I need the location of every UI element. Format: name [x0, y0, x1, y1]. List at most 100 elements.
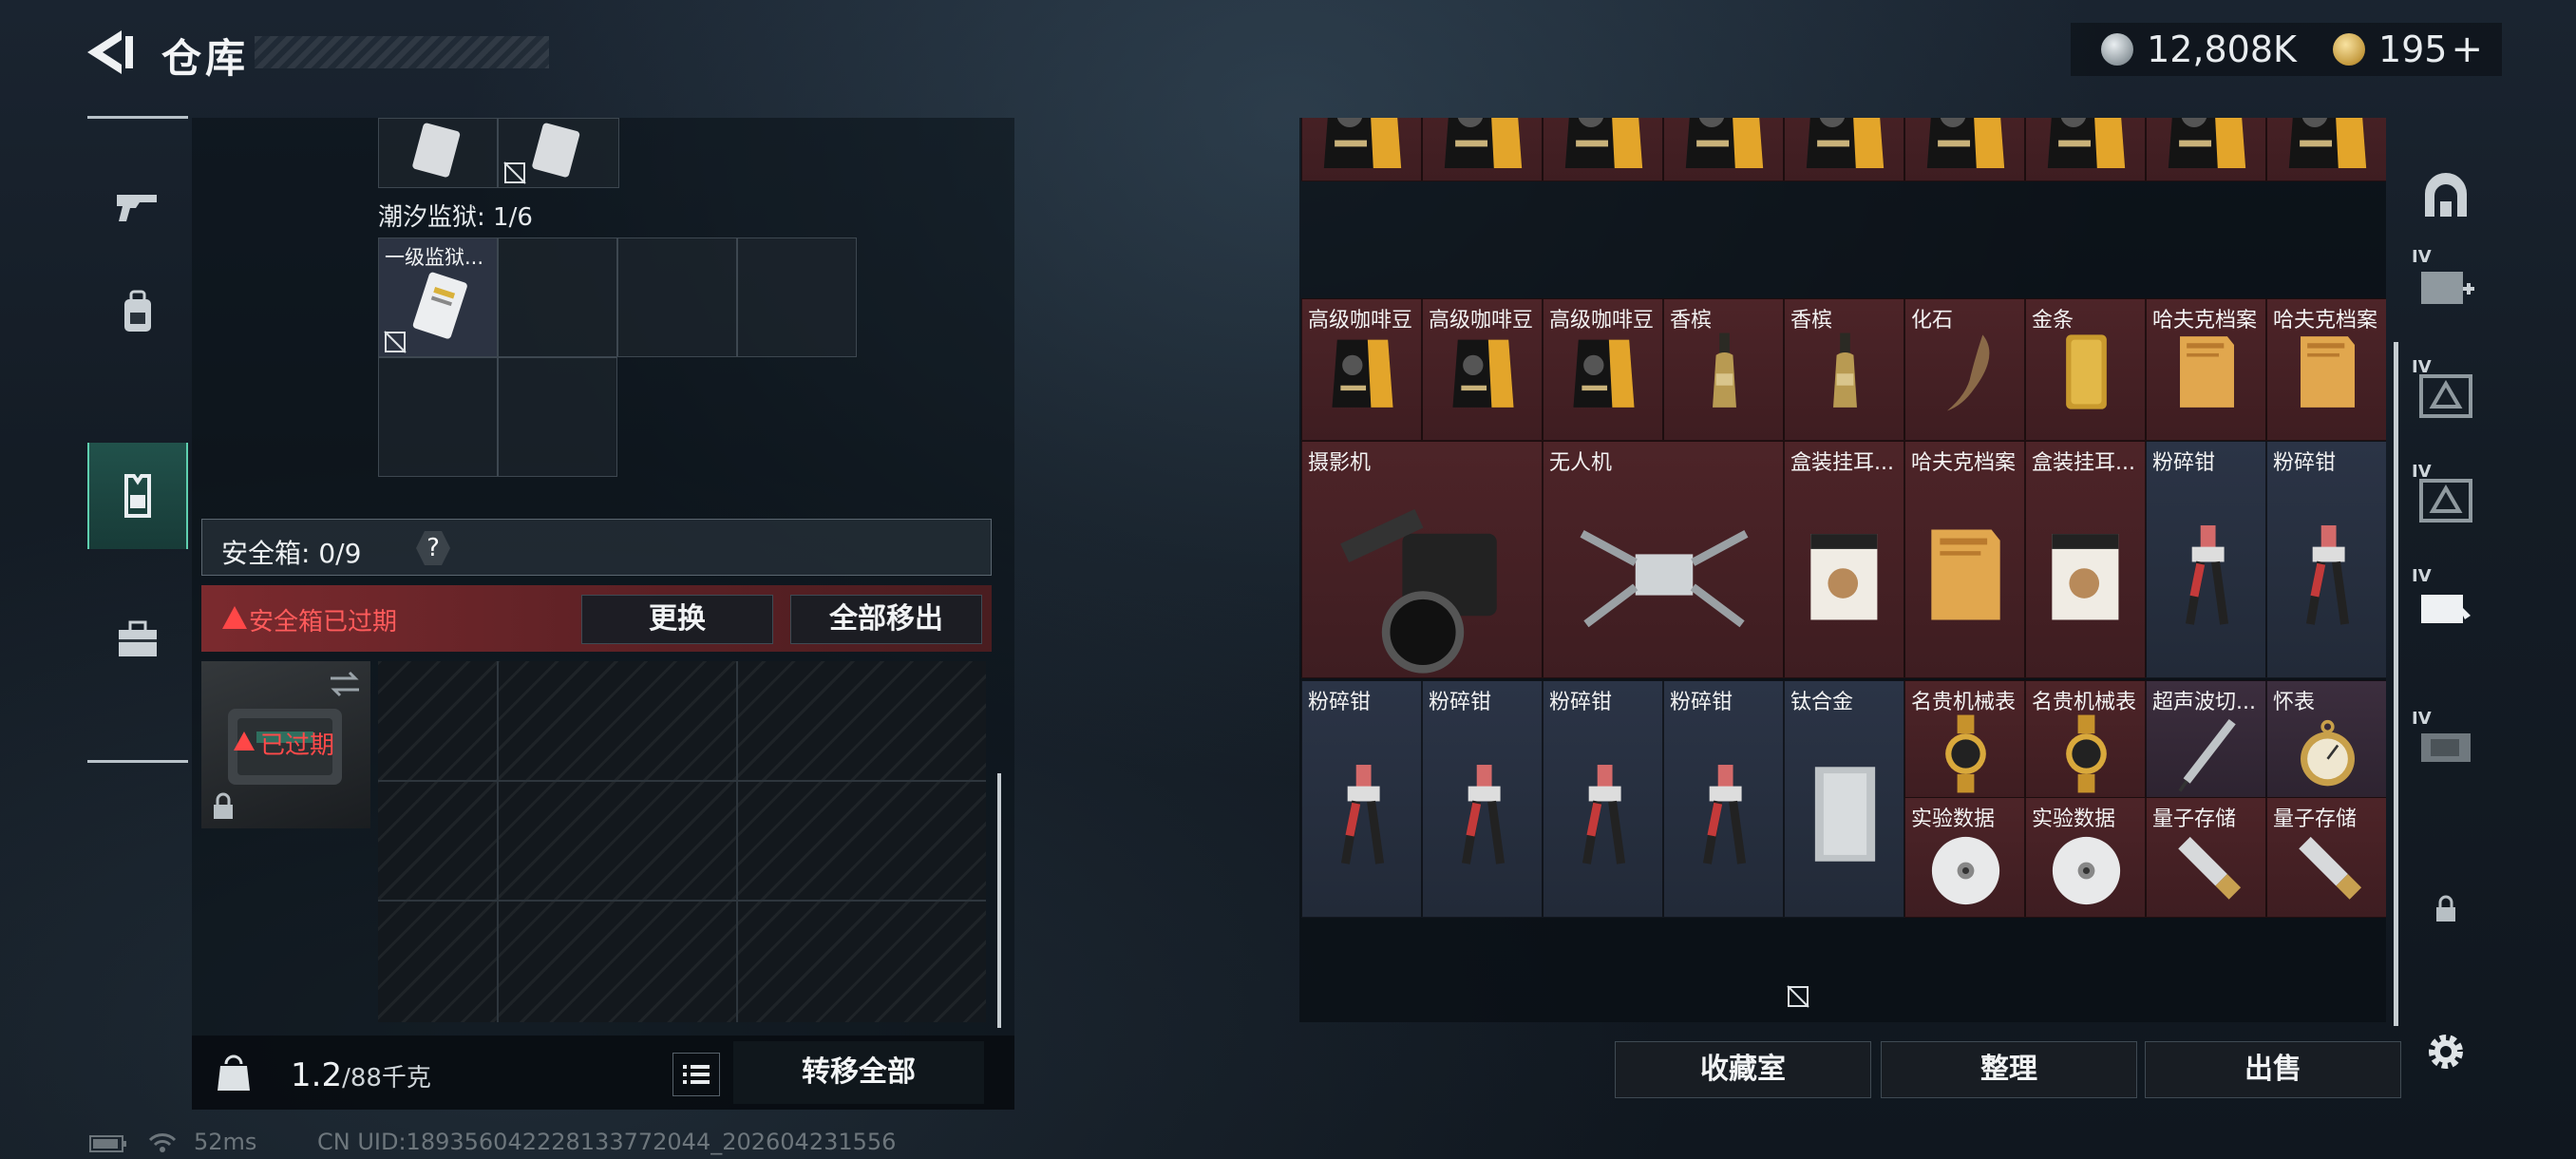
storage-item-slot[interactable]: 化石 — [1904, 298, 2025, 441]
storage-item-slot[interactable]: 量子存储 — [2146, 797, 2266, 918]
add-currency-button[interactable]: + — [2451, 28, 2483, 71]
prison-card-slot[interactable]: 一级监狱... — [378, 238, 498, 357]
prison-card-slot[interactable] — [498, 357, 617, 477]
lock-icon — [2434, 895, 2457, 927]
prison-card-slot[interactable] — [498, 238, 617, 357]
storage-item-slot[interactable]: 高级咖啡豆 — [1543, 298, 1663, 441]
storage-scrollbar[interactable] — [2394, 342, 2398, 1026]
storage-grid[interactable]: 高级咖啡豆 高级咖啡豆 高级咖啡豆 香槟 香槟 化石 金条 哈夫克档案 哈夫克档案 摄影机 无人机盒… — [1301, 118, 2386, 1022]
coffee-bag-icon — [1912, 118, 2019, 180]
safe-box-grid[interactable] — [378, 661, 986, 1022]
quantum-storage-icon — [2153, 828, 2261, 917]
storage-tab-7[interactable] — [2408, 1011, 2484, 1096]
storage-item-slot[interactable]: 高级咖啡豆 — [1301, 298, 1422, 441]
settings-gear-icon — [2422, 1028, 2470, 1079]
storage-item-slot[interactable]: 哈夫克档案 — [2146, 298, 2266, 441]
collection-room-button[interactable]: 收藏室 — [1615, 1041, 1871, 1098]
bolt-cutter-icon — [1671, 712, 1778, 921]
storage-item-slot[interactable] — [1301, 118, 1422, 181]
storage-item-slot[interactable] — [1543, 118, 1663, 181]
coffee-bag-icon — [2274, 118, 2381, 180]
storage-item-slot[interactable]: 粉碎钳 — [2146, 441, 2266, 678]
coffee-bag-icon — [1791, 118, 1899, 180]
nav-briefcase[interactable] — [87, 591, 188, 688]
storage-item-slot[interactable]: 盒装挂耳... — [2025, 441, 2146, 678]
storage-item-slot[interactable]: 无人机 — [1543, 441, 1784, 678]
prison-access-label: 潮汐监狱: 1/6 — [378, 203, 533, 232]
page-title: 仓库 — [161, 35, 250, 82]
top-bar: 仓库 12,808K 195 + — [0, 0, 2576, 104]
storage-tab-2[interactable]: IV — [2408, 355, 2484, 441]
nav-weapons[interactable] — [87, 158, 188, 255]
no-transfer-icon — [384, 331, 407, 353]
transfer-all-button[interactable]: 转移全部 — [733, 1041, 984, 1104]
weight-readout: 1.2/88千克 — [291, 1056, 431, 1094]
dossier-icon — [2153, 330, 2261, 418]
swap-icon[interactable] — [329, 671, 361, 697]
storage-tab-4[interactable]: IV — [2408, 564, 2484, 650]
storage-item-slot[interactable] — [2025, 118, 2146, 181]
champagne-bottle-icon — [1671, 330, 1778, 418]
storage-tab-3[interactable]: IV — [2408, 460, 2484, 545]
weight-bar: 1.2/88千克 转移全部 — [192, 1036, 1014, 1110]
storage-item-slot[interactable]: 粉碎钳 — [1422, 680, 1543, 918]
prison-card-slot[interactable] — [737, 238, 857, 357]
storage-item-slot[interactable]: 哈夫克档案 — [2266, 298, 2386, 441]
storage-item-slot[interactable]: 钛合金 — [1784, 680, 1904, 918]
storage-item-slot[interactable] — [2266, 118, 2386, 181]
storage-item-slot[interactable]: 哈夫克档案 — [1904, 441, 2025, 678]
storage-item-slot[interactable]: 香槟 — [1663, 298, 1784, 441]
remove-all-button[interactable]: 全部移出 — [790, 595, 982, 644]
sort-button[interactable]: 整理 — [1881, 1041, 2137, 1098]
gold-bar-icon — [2033, 330, 2140, 418]
nav-backpack[interactable] — [87, 264, 188, 361]
storage-item-slot[interactable]: 实验数据 — [2025, 797, 2146, 918]
storage-item-slot[interactable]: 怀表 — [2266, 680, 2386, 801]
pouch-slot[interactable] — [378, 118, 498, 188]
storage-item-slot[interactable]: 实验数据 — [1904, 797, 2025, 918]
champagne-bottle-icon — [1791, 330, 1899, 418]
storage-item-slot[interactable] — [1663, 118, 1784, 181]
storage-item-slot[interactable] — [1784, 118, 1904, 181]
storage-item-slot[interactable]: 高级咖啡豆 — [1422, 298, 1543, 441]
title-decoration — [255, 36, 549, 68]
storage-item-slot[interactable]: 粉碎钳 — [1663, 680, 1784, 918]
storage-tab-0[interactable] — [2408, 156, 2484, 241]
equipment-panel: 潮汐监狱: 1/6 一级监狱... 安全箱: 0/9 ? 安全箱已过期 更换 全… — [192, 118, 1014, 1110]
nav-vest[interactable] — [87, 443, 188, 549]
storage-item-slot[interactable]: 量子存储 — [2266, 797, 2386, 918]
sell-button[interactable]: 出售 — [2145, 1041, 2401, 1098]
help-button[interactable]: ? — [416, 531, 450, 565]
equipment-scrollbar[interactable] — [997, 773, 1001, 1028]
storage-item-slot[interactable] — [1904, 118, 2025, 181]
storage-item-slot[interactable]: 摄影机 — [1301, 441, 1543, 678]
coffee-bag-icon — [1309, 118, 1416, 180]
prison-card-slot[interactable] — [378, 357, 498, 477]
tier-label: IV — [2412, 462, 2432, 482]
briefcase-icon — [119, 620, 157, 656]
storage-item-slot[interactable]: 名贵机械表 — [2025, 680, 2146, 801]
storage-item-slot[interactable] — [1422, 118, 1543, 181]
storage-item-slot[interactable]: 粉碎钳 — [1543, 680, 1663, 918]
storage-tab-1[interactable]: IV — [2408, 245, 2484, 331]
storage-item-slot[interactable]: 盒装挂耳... — [1784, 441, 1904, 678]
storage-item-slot[interactable]: 名贵机械表 — [1904, 680, 2025, 801]
storage-item-slot[interactable]: 粉碎钳 — [2266, 441, 2386, 678]
list-view-button[interactable] — [672, 1053, 720, 1096]
luxury-watch-icon — [2033, 712, 2140, 800]
coffee-bag-icon — [2153, 118, 2261, 180]
tier-label: IV — [2412, 566, 2432, 586]
storage-tab-5[interactable]: IV — [2408, 707, 2484, 792]
ultrasonic-cutter-icon — [2153, 712, 2261, 800]
replace-button[interactable]: 更换 — [581, 595, 773, 644]
storage-item-slot[interactable]: 金条 — [2025, 298, 2146, 441]
storage-item-slot[interactable]: 香槟 — [1784, 298, 1904, 441]
storage-tab-6[interactable] — [2408, 868, 2484, 954]
pouch-slot[interactable] — [498, 118, 619, 188]
prison-card-slot[interactable] — [617, 238, 737, 357]
storage-item-slot[interactable] — [2146, 118, 2266, 181]
storage-item-slot[interactable]: 超声波切... — [2146, 680, 2266, 801]
storage-item-slot[interactable]: 粉碎钳 — [1301, 680, 1422, 918]
back-arrow-icon[interactable] — [84, 28, 137, 76]
gold-amount: 195 — [2377, 28, 2448, 70]
